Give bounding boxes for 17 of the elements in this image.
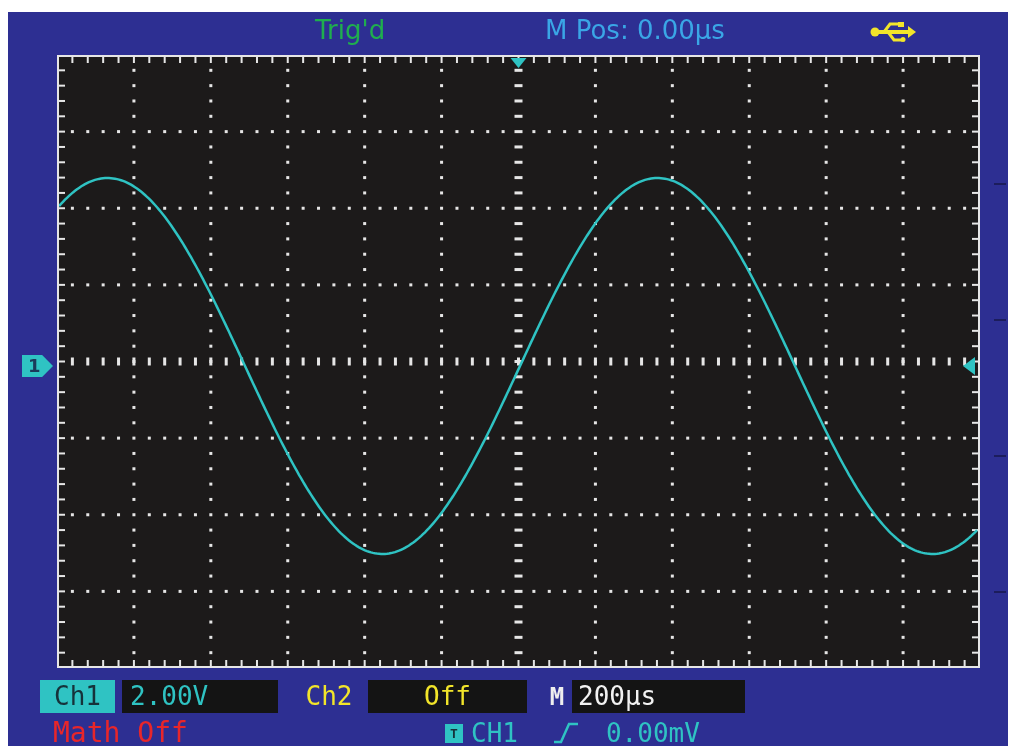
- channel-readout: Off: [368, 680, 527, 713]
- trigger-level-icon: [963, 357, 975, 375]
- trigger-position-icon: [510, 58, 527, 68]
- trigger-status: Trig'd: [315, 16, 386, 44]
- usb-icon: [870, 22, 916, 42]
- timebase-readout: 200µs: [572, 680, 745, 713]
- channel-label[interactable]: Ch1: [40, 680, 115, 713]
- trigger-level-readout: 0.00mV: [605, 720, 700, 746]
- rising-edge-icon: [553, 722, 578, 744]
- trigger-badge: T: [445, 723, 463, 743]
- channel-marker: 1: [22, 355, 53, 377]
- math-status: Math Off: [53, 720, 188, 746]
- trigger-source: CH1: [471, 720, 518, 746]
- channel-label[interactable]: Ch2: [297, 680, 361, 713]
- channel-readout: 2.00V: [122, 680, 278, 713]
- main-position-readout: M Pos: 0.00µs: [545, 16, 725, 44]
- timebase-label: M: [548, 681, 566, 713]
